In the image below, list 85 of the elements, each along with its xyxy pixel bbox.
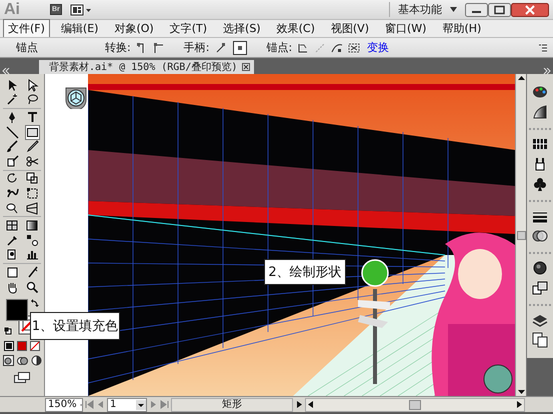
rectangle-icon[interactable]: [26, 126, 38, 139]
transform-link[interactable]: 变换: [367, 40, 390, 55]
line-icon[interactable]: [6, 126, 18, 139]
page-dropdown[interactable]: 1: [107, 398, 147, 412]
swap-arrows-icon[interactable]: [31, 299, 39, 308]
isolate-icon[interactable]: [348, 42, 360, 54]
perspective-grid-widget-icon[interactable]: [65, 87, 87, 109]
cut-path-icon[interactable]: [331, 42, 344, 54]
eyedropper-icon[interactable]: [6, 234, 18, 247]
type-icon[interactable]: [26, 110, 38, 124]
handles-label: 手柄:: [184, 40, 210, 55]
app-logo: Ai: [4, 0, 21, 18]
appearance-circle-icon[interactable]: [532, 260, 548, 276]
callout-tooltip: 2、绘制形状: [264, 259, 346, 285]
collapse-icon[interactable]: [2, 68, 10, 74]
menu-item[interactable]: 帮助(H): [437, 19, 486, 38]
handle-toggle-icon[interactable]: [215, 42, 228, 54]
anchor-point-label: 锚点: [16, 40, 39, 55]
menu-item[interactable]: 文字(T): [164, 19, 212, 38]
direct-selection-arrow-icon[interactable]: [26, 78, 38, 92]
anchors-label: 锚点:: [266, 40, 292, 55]
palette-icon[interactable]: [532, 84, 548, 100]
expand-icon[interactable]: [543, 68, 551, 74]
scrollbar-thumb[interactable]: [516, 231, 526, 240]
magic-wand-icon[interactable]: [6, 93, 18, 106]
perspective-grid-icon[interactable]: [26, 202, 38, 215]
mesh-icon[interactable]: [6, 219, 18, 232]
scroll-left-arrow-icon[interactable]: [306, 400, 315, 409]
menu-item[interactable]: 对象(O): [109, 19, 159, 38]
zoom-icon[interactable]: [26, 280, 38, 294]
arrange-documents-icon[interactable]: [70, 4, 92, 16]
swatch-grid-icon[interactable]: [532, 136, 548, 152]
current-tool-status: 矩形: [171, 398, 293, 412]
scrollbar-thumb[interactable]: [409, 400, 421, 410]
free-transform-icon[interactable]: [26, 186, 38, 200]
minimize-icon[interactable]: [465, 2, 488, 16]
draw-behind-icon[interactable]: [16, 355, 28, 366]
workspace-switcher[interactable]: 基本功能: [389, 2, 442, 17]
graphic-styles-squares-icon[interactable]: [532, 280, 548, 296]
callout-tooltip: 1、设置填充色: [30, 312, 120, 340]
scroll-right-arrow-icon[interactable]: [515, 400, 524, 409]
smooth-point-icon[interactable]: [152, 42, 165, 54]
artboard-icon[interactable]: [6, 266, 18, 279]
hand-icon[interactable]: [6, 280, 18, 294]
club-icon[interactable]: [532, 176, 548, 192]
pencil-icon[interactable]: [26, 140, 38, 154]
lasso-icon[interactable]: [26, 93, 38, 106]
remove-anchor-icon[interactable]: [297, 42, 310, 54]
close-icon[interactable]: [511, 2, 549, 16]
draw-inside-icon[interactable]: [30, 355, 42, 366]
status-menu-arrow-icon[interactable]: [295, 400, 303, 409]
transparency-circles-icon[interactable]: [532, 228, 548, 244]
scissors-icon[interactable]: [26, 154, 38, 168]
blend-icon[interactable]: [26, 234, 38, 247]
document-tab[interactable]: 背景素材.ai* @ 150% (RGB/叠印预览): [39, 60, 254, 74]
menu-item[interactable]: 窗口(W): [380, 19, 432, 38]
gradient-triangle-icon[interactable]: [532, 104, 548, 120]
brush-icon[interactable]: [6, 140, 18, 154]
draw-normal-icon[interactable]: [2, 355, 14, 366]
scale-icon[interactable]: [26, 172, 38, 186]
menu-item[interactable]: 文件(F): [3, 19, 50, 38]
menu-item[interactable]: 视图(V): [326, 19, 374, 38]
column-graph-icon[interactable]: [26, 248, 38, 262]
gradient-icon[interactable]: [26, 219, 38, 232]
maximize-icon[interactable]: [488, 2, 511, 16]
panel-menu-icon[interactable]: [539, 44, 547, 52]
menu-item[interactable]: 编辑(E): [56, 19, 104, 38]
default-colors-icon[interactable]: [4, 327, 12, 336]
menu-item[interactable]: 选择(S): [218, 19, 266, 38]
rotate-icon[interactable]: [6, 172, 18, 186]
artboards-pages-icon[interactable]: [532, 332, 548, 348]
fill-swatch[interactable]: [6, 299, 28, 322]
close-icon[interactable]: [242, 63, 250, 71]
scroll-up-arrow-icon[interactable]: [516, 74, 526, 83]
menu-item[interactable]: 效果(C): [272, 19, 320, 38]
convert-label: 转换:: [105, 40, 131, 55]
slice-icon[interactable]: [26, 266, 38, 279]
layers-icon[interactable]: [532, 312, 548, 328]
warp-icon[interactable]: [6, 186, 18, 200]
zoom-dropdown[interactable]: 150%: [45, 398, 83, 412]
gradient-mode-icon[interactable]: [17, 341, 27, 352]
none-mode-icon[interactable]: [30, 341, 40, 352]
screen-mode-icon[interactable]: [14, 372, 30, 384]
color-mode-icon[interactable]: [4, 341, 14, 352]
scroll-down-arrow-icon[interactable]: [516, 387, 526, 396]
